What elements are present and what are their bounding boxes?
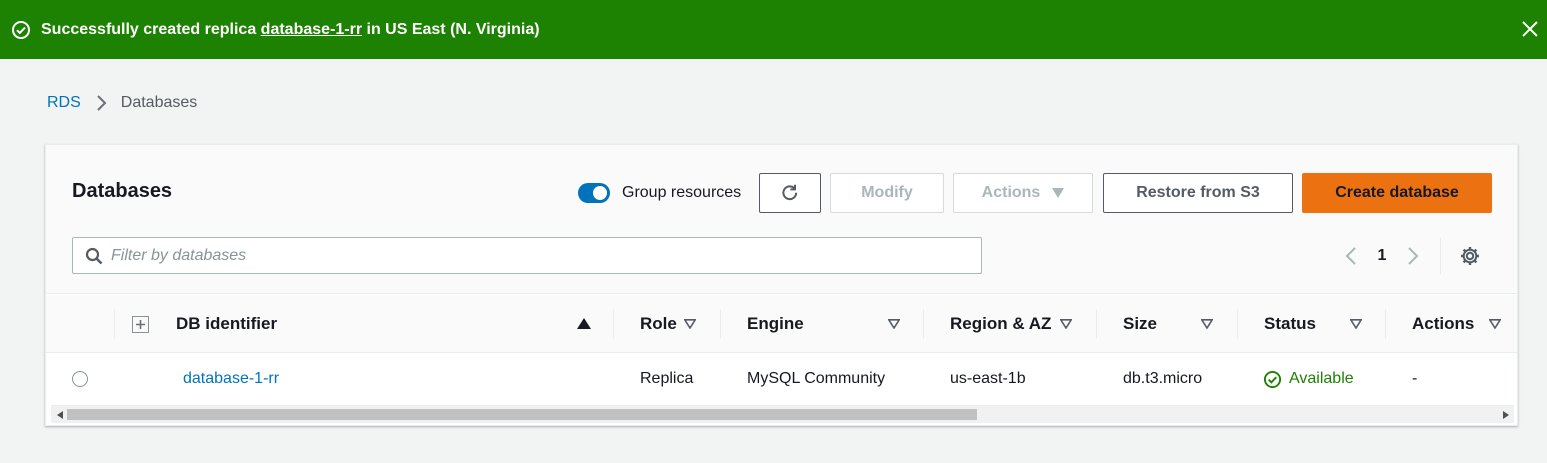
filter-databases-input[interactable] xyxy=(111,246,971,265)
column-separator xyxy=(613,309,614,339)
status-check-icon xyxy=(1263,370,1282,389)
sort-caret-icon[interactable] xyxy=(888,319,900,329)
engine-cell: MySQL Community xyxy=(747,370,886,387)
restore-from-s3-button[interactable]: Restore from S3 xyxy=(1103,173,1293,213)
db-identifier-link[interactable]: database-1-rr xyxy=(183,370,279,388)
column-header-db-identifier[interactable]: DB identifier xyxy=(176,295,277,353)
flash-message-suffix: in US East (N. Virginia) xyxy=(362,20,540,38)
breadcrumb-rds-link[interactable]: RDS xyxy=(47,94,81,112)
sort-caret-icon[interactable] xyxy=(1201,319,1213,329)
scroll-left-icon[interactable] xyxy=(51,406,68,423)
row-select-radio[interactable] xyxy=(72,371,88,387)
column-header-actions[interactable]: Actions xyxy=(1412,295,1474,353)
refresh-button[interactable] xyxy=(759,173,821,213)
column-separator xyxy=(923,309,924,339)
status-badge: Available xyxy=(1263,370,1354,389)
column-separator xyxy=(114,309,115,339)
success-flash-banner: Successfully created replica database-1-… xyxy=(0,0,1547,59)
create-database-button[interactable]: Create database xyxy=(1302,173,1492,213)
scrollbar-thumb[interactable] xyxy=(67,409,977,420)
sort-caret-icon[interactable] xyxy=(684,319,696,329)
expand-all-icon[interactable] xyxy=(132,316,149,333)
actions-cell: - xyxy=(1412,370,1418,387)
status-text: Available xyxy=(1289,370,1354,387)
scroll-right-icon[interactable] xyxy=(1497,406,1514,423)
group-resources-label: Group resources xyxy=(622,184,742,201)
role-cell: Replica xyxy=(640,370,694,387)
chevron-right-icon[interactable] xyxy=(1400,246,1426,266)
actions-dropdown-button[interactable]: Actions xyxy=(953,173,1093,213)
actions-button-label: Actions xyxy=(981,184,1041,201)
flash-message-prefix: Successfully created replica xyxy=(41,20,261,38)
region-az-cell: us-east-1b xyxy=(950,370,1026,387)
size-cell: db.t3.micro xyxy=(1123,370,1203,387)
column-separator xyxy=(720,309,721,339)
databases-panel: Databases Group resources Modify Actions… xyxy=(45,144,1518,426)
chevron-left-icon[interactable] xyxy=(1338,246,1364,266)
flash-message: Successfully created replica database-1-… xyxy=(41,21,540,39)
column-separator xyxy=(1385,309,1386,339)
modify-button[interactable]: Modify xyxy=(830,173,944,213)
panel-header: Databases Group resources Modify Actions… xyxy=(46,145,1517,294)
success-check-icon xyxy=(11,20,31,40)
sort-caret-icon[interactable] xyxy=(1489,319,1501,329)
table-header: DB identifier Role Engine Region & AZ Si… xyxy=(46,295,1517,353)
page-title: Databases xyxy=(72,180,173,202)
column-header-engine[interactable]: Engine xyxy=(747,295,804,353)
pagination: 1 xyxy=(1338,238,1481,274)
breadcrumb: RDS Databases xyxy=(47,94,197,112)
column-header-region-az[interactable]: Region & AZ xyxy=(950,295,1051,353)
search-icon xyxy=(85,247,103,265)
column-separator xyxy=(1237,309,1238,339)
column-separator xyxy=(1096,309,1097,339)
sort-ascending-icon[interactable] xyxy=(577,318,591,329)
toggle-knob xyxy=(593,186,607,200)
chevron-right-icon xyxy=(97,95,107,111)
pager-divider xyxy=(1440,238,1441,274)
breadcrumb-current: Databases xyxy=(120,94,198,111)
caret-down-icon xyxy=(1052,188,1065,198)
close-icon[interactable] xyxy=(1517,16,1543,42)
column-header-status[interactable]: Status xyxy=(1264,295,1316,353)
sort-caret-icon[interactable] xyxy=(1060,319,1072,329)
group-resources-toggle-wrap: Group resources xyxy=(578,180,741,206)
table-row[interactable]: database-1-rr Replica MySQL Community us… xyxy=(46,354,1517,404)
filter-box xyxy=(72,237,982,274)
column-header-size[interactable]: Size xyxy=(1123,295,1157,353)
horizontal-scrollbar[interactable] xyxy=(51,405,1514,423)
refresh-icon xyxy=(780,183,800,203)
flash-replica-link[interactable]: database-1-rr xyxy=(261,21,362,38)
group-resources-toggle[interactable] xyxy=(578,183,610,203)
gear-icon[interactable] xyxy=(1459,245,1481,267)
column-header-role[interactable]: Role xyxy=(640,295,677,353)
page-number[interactable]: 1 xyxy=(1364,247,1400,265)
sort-caret-icon[interactable] xyxy=(1350,319,1362,329)
